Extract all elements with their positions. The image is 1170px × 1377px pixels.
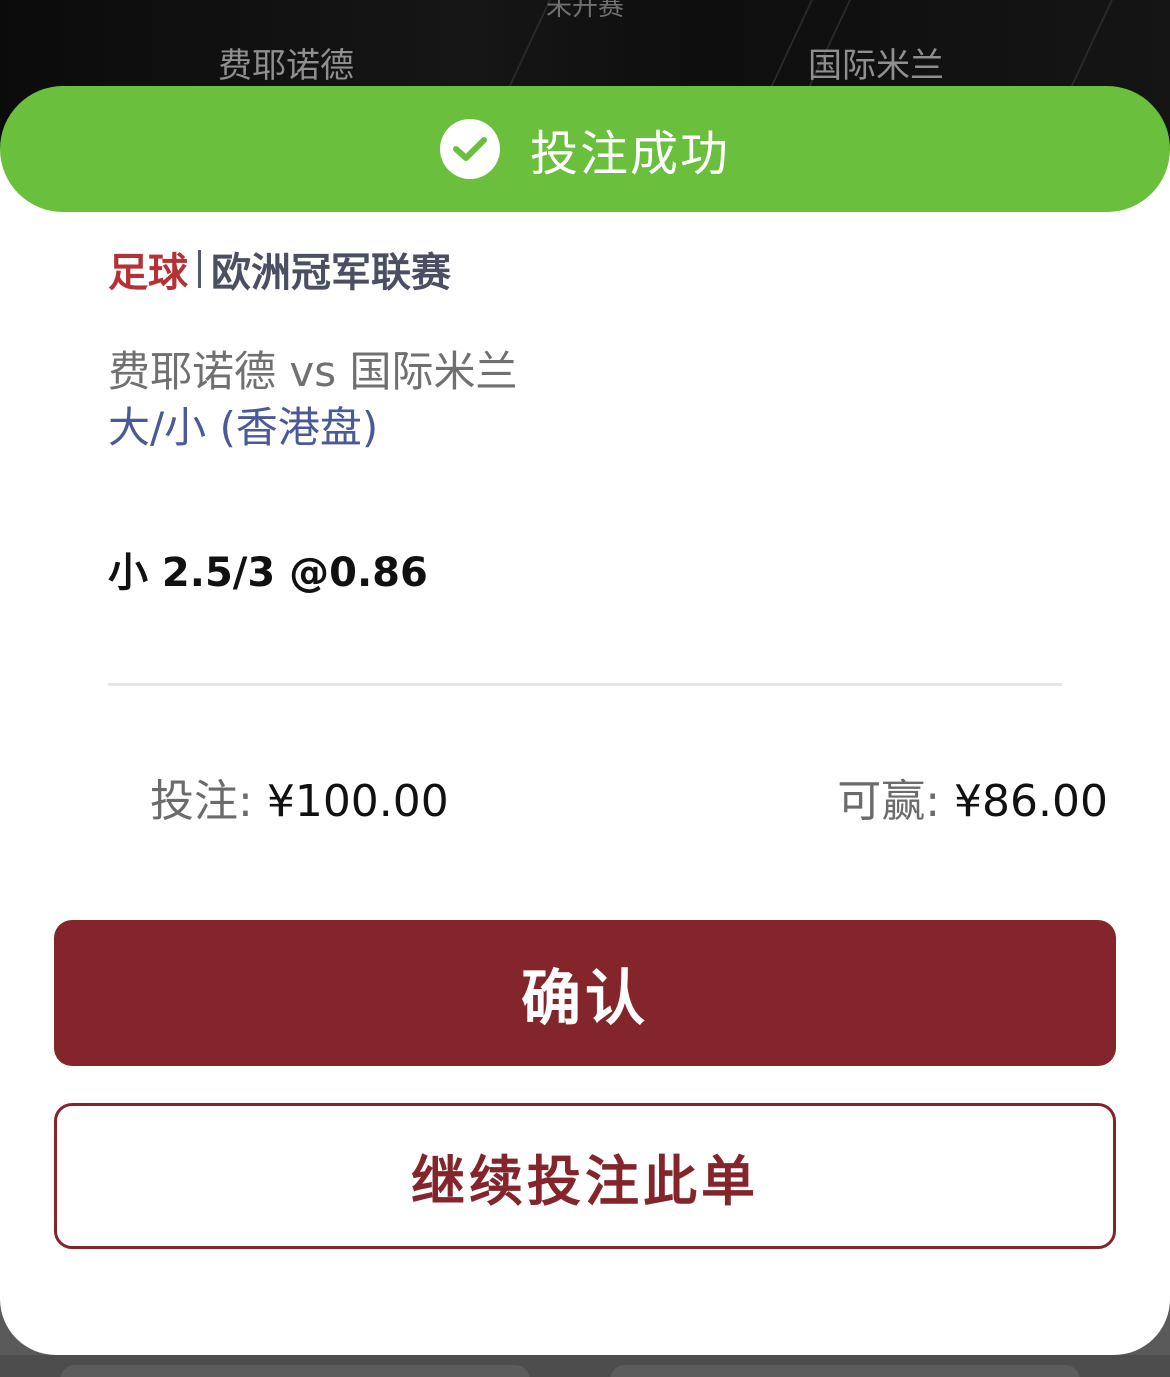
stake-label: 投注:: [150, 776, 253, 827]
sport-label: 足球: [108, 250, 188, 296]
continue-betting-button[interactable]: 继续投注此单: [54, 1103, 1116, 1249]
bet-success-screen: 未开赛 费耶诺德 国际米兰 投注成功 足球 欧洲冠军联赛 费耶诺德 vs 国际米…: [0, 0, 1170, 1377]
divider-bar: [198, 250, 201, 288]
success-banner: 投注成功: [0, 86, 1170, 212]
confirm-button[interactable]: 确认: [54, 920, 1116, 1066]
stake-value: ¥100.00: [266, 776, 449, 827]
background-content-strip: [0, 1355, 1170, 1377]
potential-win: 可赢: ¥86.00: [837, 765, 1108, 829]
check-circle-icon: [439, 119, 500, 179]
away-team-name: 国际米兰: [808, 46, 944, 86]
match-teams: 费耶诺德 vs 国际米兰: [108, 347, 518, 396]
background-card: [60, 1365, 530, 1377]
success-message: 投注成功: [529, 126, 730, 182]
bet-selection: 小 2.5/3 @0.86: [108, 550, 428, 596]
win-label: 可赢:: [837, 776, 941, 827]
stake-amount: 投注: ¥100.00: [150, 765, 449, 829]
section-divider: [108, 683, 1062, 686]
sport-league-line: 足球 欧洲冠军联赛: [108, 240, 451, 298]
league-name: 欧洲冠军联赛: [211, 250, 451, 296]
win-value: ¥86.00: [954, 776, 1108, 827]
bet-market: 大/小 (香港盘): [108, 403, 379, 452]
home-team-name: 费耶诺德: [218, 46, 354, 86]
background-card: [610, 1365, 1080, 1377]
match-status: 未开赛: [545, 0, 624, 22]
